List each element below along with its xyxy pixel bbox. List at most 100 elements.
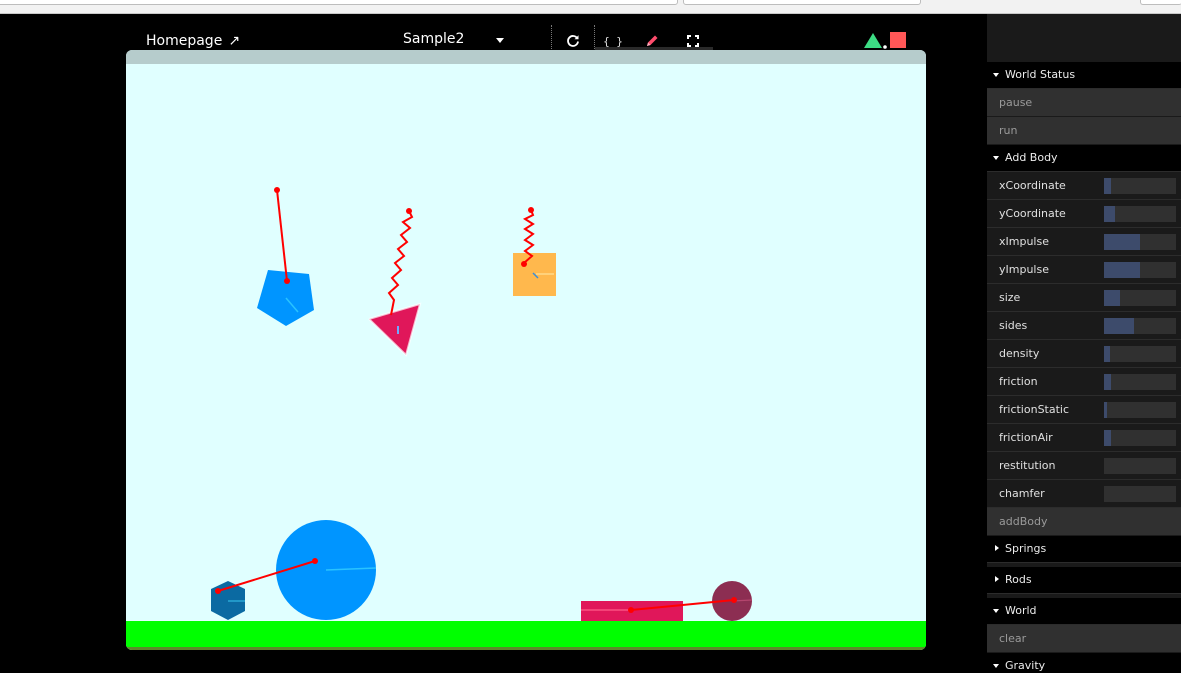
param-label: restitution bbox=[999, 459, 1056, 472]
param-slider[interactable] bbox=[1104, 458, 1176, 474]
triangle-down-icon bbox=[993, 73, 999, 77]
param-slider-fill bbox=[1104, 318, 1134, 334]
code-braces-icon: { } bbox=[603, 34, 623, 48]
param-slider-fill bbox=[1104, 234, 1140, 250]
param-slider[interactable] bbox=[1104, 430, 1176, 446]
param-row: sides bbox=[987, 312, 1181, 340]
param-row: frictionAir bbox=[987, 424, 1181, 452]
param-row: restitution bbox=[987, 452, 1181, 480]
pause-button[interactable]: pause bbox=[987, 89, 1181, 117]
add-body-button[interactable]: addBody bbox=[987, 508, 1181, 536]
param-slider[interactable] bbox=[1104, 402, 1176, 418]
param-row: friction bbox=[987, 368, 1181, 396]
param-slider-fill bbox=[1104, 206, 1115, 222]
panel-header bbox=[987, 14, 1181, 62]
param-label: sides bbox=[999, 319, 1028, 332]
param-row: density bbox=[987, 340, 1181, 368]
homepage-link[interactable]: Homepage ↗ bbox=[146, 33, 240, 49]
param-row: yImpulse bbox=[987, 256, 1181, 284]
folder-gravity[interactable]: Gravity bbox=[987, 653, 1181, 673]
chevron-down-icon bbox=[496, 38, 504, 43]
triangle-down-icon bbox=[993, 664, 999, 668]
fullscreen-icon bbox=[687, 35, 699, 47]
param-slider[interactable] bbox=[1104, 290, 1176, 306]
browser-top-strip bbox=[0, 0, 1181, 14]
search-bar[interactable] bbox=[683, 0, 921, 5]
param-slider-fill bbox=[1104, 402, 1107, 418]
spring-end bbox=[521, 261, 527, 267]
param-slider-fill bbox=[1104, 374, 1111, 390]
sample-select-value: Sample2 bbox=[403, 31, 465, 47]
param-label: density bbox=[999, 347, 1040, 360]
triangle-down-icon bbox=[993, 609, 999, 613]
param-label: yCoordinate bbox=[999, 207, 1066, 220]
param-slider-fill bbox=[1104, 290, 1120, 306]
edit-button[interactable] bbox=[641, 31, 663, 51]
param-label: frictionAir bbox=[999, 431, 1053, 444]
folder-label: World Status bbox=[1005, 68, 1076, 81]
spring-anchor bbox=[528, 207, 534, 213]
param-row: xImpulse bbox=[987, 228, 1181, 256]
param-row: frictionStatic bbox=[987, 396, 1181, 424]
param-slider[interactable] bbox=[1104, 206, 1176, 222]
param-label: friction bbox=[999, 375, 1038, 388]
param-row: size bbox=[987, 284, 1181, 312]
rod-end bbox=[731, 597, 737, 603]
run-button[interactable]: run bbox=[987, 117, 1181, 145]
folder-label: Gravity bbox=[1005, 659, 1046, 672]
fullscreen-button[interactable] bbox=[682, 31, 704, 51]
folder-add-body[interactable]: Add Body bbox=[987, 145, 1181, 172]
param-slider[interactable] bbox=[1104, 234, 1176, 250]
triangle-icon bbox=[864, 33, 882, 48]
sample-select[interactable]: Sample2 bbox=[403, 31, 507, 51]
folder-label: World bbox=[1005, 604, 1037, 617]
control-panel: World Status pause run Add Body xCoordin… bbox=[987, 14, 1181, 673]
triangle-down-icon bbox=[993, 156, 999, 160]
ceiling-wall bbox=[126, 50, 926, 64]
param-slider[interactable] bbox=[1104, 374, 1176, 390]
param-list: xCoordinate yCoordinate xImpulse yImpulse si… bbox=[987, 172, 1181, 508]
param-label: yImpulse bbox=[999, 263, 1049, 276]
folder-label: Add Body bbox=[1005, 151, 1058, 164]
param-slider[interactable] bbox=[1104, 178, 1176, 194]
param-label: xImpulse bbox=[999, 235, 1049, 248]
refresh-button[interactable] bbox=[562, 31, 584, 51]
param-row: chamfer bbox=[987, 480, 1181, 508]
sky-background bbox=[126, 50, 926, 650]
param-label: chamfer bbox=[999, 487, 1045, 500]
param-slider-fill bbox=[1104, 262, 1140, 278]
triangle-right-icon bbox=[995, 576, 999, 582]
spring-anchor bbox=[406, 208, 412, 214]
param-label: size bbox=[999, 291, 1021, 304]
folder-rods[interactable]: Rods bbox=[987, 567, 1181, 594]
rod-end bbox=[284, 278, 290, 284]
rod-end bbox=[628, 607, 634, 613]
url-bar[interactable] bbox=[0, 0, 678, 5]
param-slider[interactable] bbox=[1104, 318, 1176, 334]
folder-world[interactable]: World bbox=[987, 598, 1181, 625]
param-slider[interactable] bbox=[1104, 346, 1176, 362]
external-link-icon: ↗ bbox=[228, 33, 241, 49]
folder-world-status[interactable]: World Status bbox=[987, 62, 1181, 89]
clear-button[interactable]: clear bbox=[987, 625, 1181, 653]
code-button[interactable]: { } bbox=[602, 31, 624, 51]
param-row: xCoordinate bbox=[987, 172, 1181, 200]
extension-area bbox=[1140, 0, 1181, 5]
rod-anchor bbox=[274, 187, 280, 193]
folder-label: Springs bbox=[1005, 542, 1047, 555]
physics-canvas[interactable] bbox=[126, 50, 926, 650]
param-slider[interactable] bbox=[1104, 262, 1176, 278]
param-slider[interactable] bbox=[1104, 486, 1176, 502]
dot-icon bbox=[883, 45, 887, 49]
pencil-icon bbox=[647, 35, 658, 46]
render-toggle[interactable] bbox=[862, 31, 908, 49]
param-label: frictionStatic bbox=[999, 403, 1070, 416]
triangle-right-icon bbox=[995, 545, 999, 551]
param-row: yCoordinate bbox=[987, 200, 1181, 228]
folder-springs[interactable]: Springs bbox=[987, 536, 1181, 563]
homepage-label: Homepage bbox=[146, 33, 223, 49]
param-label: xCoordinate bbox=[999, 179, 1066, 192]
param-slider-fill bbox=[1104, 178, 1111, 194]
refresh-icon bbox=[567, 35, 579, 47]
rod-end bbox=[215, 588, 221, 594]
